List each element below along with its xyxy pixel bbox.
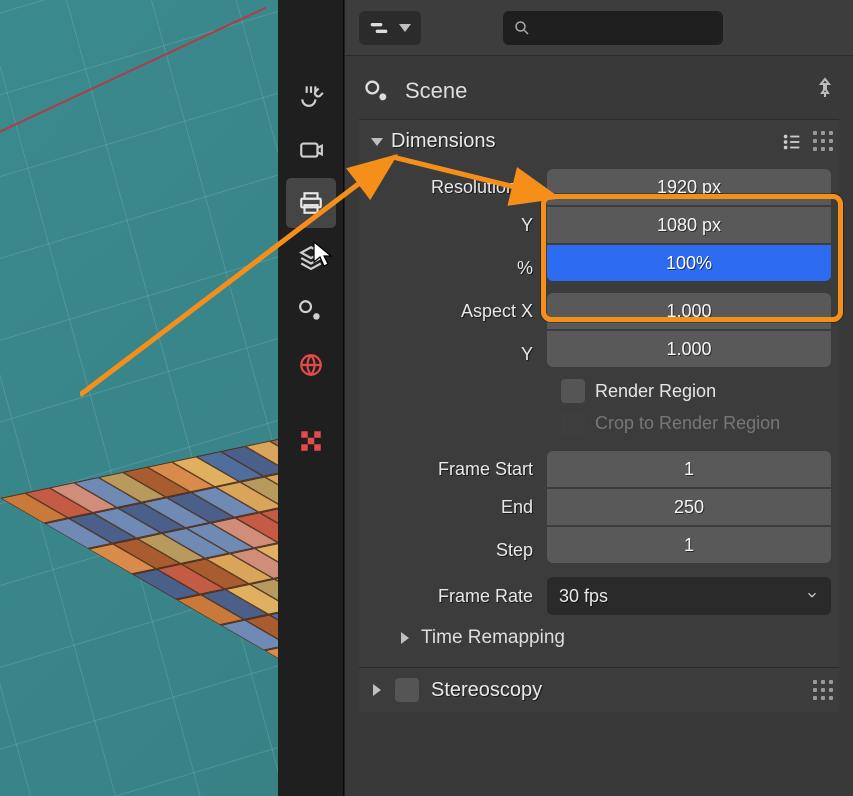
scene-cone-icon — [298, 298, 324, 324]
input-aspect-x[interactable]: 1.000 — [547, 293, 831, 329]
input-resolution-pct[interactable]: 100% — [547, 245, 831, 281]
search-icon — [513, 19, 531, 37]
label-time-remapping: Time Remapping — [421, 627, 565, 649]
layers-icon — [298, 244, 324, 270]
section-title: Stereoscopy — [431, 679, 542, 702]
tab-world[interactable] — [286, 340, 336, 390]
tab-output[interactable] — [286, 178, 336, 228]
world-icon — [298, 352, 324, 378]
tab-viewlayers[interactable] — [286, 232, 336, 282]
chevron-down-icon — [371, 138, 383, 146]
label-frame-rate: Frame Rate — [375, 586, 547, 607]
section-dimensions: Dimensions Resolution X 1920 px Y 1080 p… — [359, 119, 839, 667]
chevron-down-icon — [399, 24, 411, 32]
input-aspect-y[interactable]: 1.000 — [547, 331, 831, 367]
dropdown-frame-rate-value: 30 fps — [559, 586, 608, 607]
viewport-3d[interactable]: /*noop*/ — [0, 0, 278, 796]
slider-icon — [369, 18, 389, 38]
tab-render[interactable] — [286, 124, 336, 174]
section-header-stereoscopy[interactable]: Stereoscopy — [359, 668, 839, 712]
input-resolution-x[interactable]: 1920 px — [547, 169, 831, 205]
section-header-dimensions[interactable]: Dimensions — [359, 120, 839, 163]
input-frame-end[interactable]: 250 — [547, 489, 831, 525]
tab-tools[interactable] — [286, 70, 336, 120]
label-render-region: Render Region — [595, 381, 716, 402]
panel-context-selector[interactable] — [359, 11, 421, 45]
label-frame-start: Frame Start — [375, 459, 547, 480]
input-frame-step[interactable]: 1 — [547, 527, 831, 563]
scene-title: Scene — [405, 78, 467, 104]
checkbox-crop-region[interactable] — [561, 411, 585, 435]
tab-scene[interactable] — [286, 286, 336, 336]
drag-handle-icon[interactable] — [813, 680, 831, 700]
printer-icon — [298, 190, 324, 216]
label-resolution-x: Resolution X — [375, 177, 547, 198]
section-body-dimensions: Resolution X 1920 px Y 1080 px % 100% As… — [359, 163, 839, 667]
label-crop-region: Crop to Render Region — [595, 413, 780, 434]
camera-icon — [298, 136, 324, 162]
subsection-time-remapping[interactable]: Time Remapping — [375, 617, 831, 653]
section-title: Dimensions — [391, 130, 495, 153]
chevron-down-icon — [805, 586, 819, 607]
checker-icon — [298, 428, 324, 454]
chevron-right-icon — [373, 684, 381, 696]
properties-panel: Scene Dimensions Resolution X 1920 px — [344, 0, 853, 796]
checkbox-stereoscopy[interactable] — [395, 678, 419, 702]
dropdown-frame-rate[interactable]: 30 fps — [547, 577, 831, 615]
input-frame-start[interactable]: 1 — [547, 451, 831, 487]
chevron-right-icon — [401, 632, 409, 644]
checkbox-render-region[interactable] — [561, 379, 585, 403]
input-resolution-y[interactable]: 1080 px — [547, 207, 831, 243]
label-aspect-x: Aspect X — [375, 301, 547, 322]
wrench-icon — [298, 82, 324, 108]
drag-handle-icon[interactable] — [813, 131, 831, 153]
label-resolution-pct: % — [375, 258, 547, 279]
list-preset-icon[interactable] — [781, 131, 803, 153]
grid-floor — [0, 0, 278, 796]
label-frame-step: Step — [375, 540, 547, 561]
panel-topbar — [345, 0, 853, 56]
label-resolution-y: Y — [375, 215, 547, 236]
section-stereoscopy: Stereoscopy — [359, 667, 839, 712]
pin-icon[interactable] — [813, 76, 837, 105]
tab-texture[interactable] — [286, 416, 336, 466]
label-frame-end: End — [375, 497, 547, 518]
scene-cone-icon — [363, 77, 391, 105]
label-aspect-y: Y — [375, 344, 547, 365]
properties-search[interactable] — [503, 11, 723, 45]
properties-tab-strip — [278, 0, 344, 796]
